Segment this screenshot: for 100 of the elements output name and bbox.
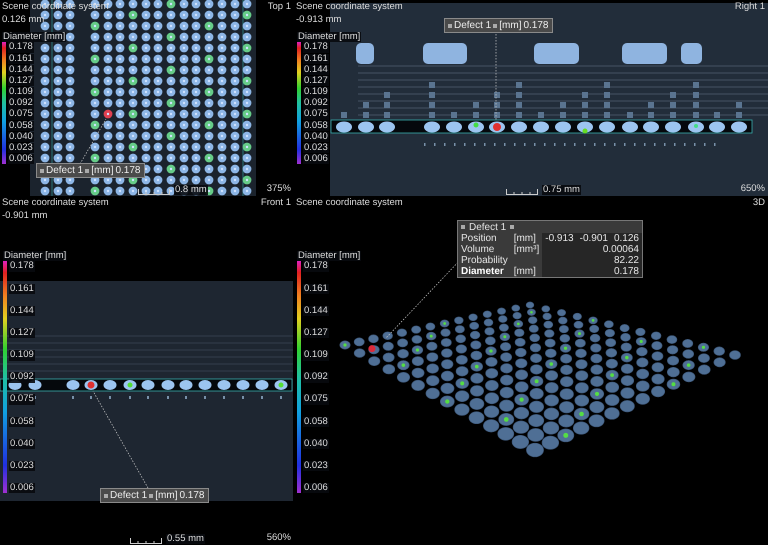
scale-tick-label: 0.023 — [303, 142, 329, 154]
scale-tick-label: 0.178 — [9, 261, 35, 272]
scale-tick-label: 0.092 — [9, 372, 35, 383]
defect-value: 0.178 — [115, 165, 140, 176]
defect-name: Defect 1 — [46, 165, 84, 176]
marker-icon — [461, 225, 465, 229]
property-value: 82.22 — [542, 254, 642, 266]
property-value: 0.178 — [542, 266, 642, 277]
scale-tick-label: 0.178 — [8, 42, 34, 53]
unit-label: [mm] — [499, 20, 522, 31]
scale-tick-label: 0.006 — [303, 154, 329, 164]
scale-tick-label: 0.127 — [303, 328, 329, 338]
marker-icon — [493, 24, 498, 28]
scale-tick-label: 0.040 — [9, 438, 35, 450]
scale-tick-label: 0.161 — [303, 54, 329, 64]
property-name: Diameter — [458, 266, 511, 277]
scale-tick-label: 0.040 — [303, 438, 329, 450]
property-value: 0.00064 — [542, 244, 642, 254]
view-name: Right 1 — [734, 2, 765, 12]
slice-offset: 0.126 mm — [2, 15, 44, 26]
scale-tick-label: 0.127 — [8, 76, 34, 86]
scale-tick-label: 0.144 — [8, 64, 34, 76]
scale-tick-label: 0.144 — [9, 306, 35, 316]
legend-title: Diameter [mm] — [2, 32, 66, 42]
legend-title: Diameter [mm] — [297, 251, 362, 262]
scale-tick-label: 0.058 — [303, 416, 329, 427]
scale-tick-label: 0.092 — [303, 98, 329, 109]
leader-line — [80, 118, 106, 164]
scale-tick-label: 0.127 — [303, 76, 329, 86]
scale-tick-label: 0.023 — [303, 460, 329, 472]
unit-label: [mm] — [91, 165, 114, 176]
scale-tick-label: 0.178 — [303, 42, 329, 53]
scale-tick-label: 0.075 — [8, 109, 34, 120]
scale-tick-label: 0.178 — [303, 261, 329, 272]
scale-tick-label: 0.006 — [9, 483, 35, 494]
property-value: -0.901 — [576, 232, 611, 244]
marker-icon — [448, 24, 452, 28]
scale-bar-label: 0.8 mm — [174, 184, 208, 195]
coordinate-system-label: Scene coordinate system — [2, 198, 109, 208]
property-name: Probability — [458, 254, 511, 266]
scale-bar-icon — [138, 189, 170, 195]
scale-bar-icon — [506, 189, 538, 195]
scale-tick-label: 0.058 — [9, 416, 35, 427]
unit-label: [mm] — [510, 232, 542, 244]
view-name: Front 1 — [260, 198, 291, 208]
property-name: Volume — [458, 244, 511, 254]
scale-bar-icon — [130, 538, 162, 544]
view-name: Top 1 — [268, 2, 291, 12]
scale-tick-label: 0.161 — [303, 284, 329, 294]
zoom-level: 650% — [740, 184, 765, 194]
legend-title: Diameter [mm] — [297, 32, 362, 42]
scale-tick-label: 0.109 — [8, 87, 34, 98]
scale-tick-label: 0.109 — [303, 350, 329, 360]
scale-bar-label: 0.55 mm — [166, 534, 205, 544]
defect-value: 0.178 — [179, 490, 204, 501]
scale-tick-label: 0.075 — [9, 394, 35, 405]
marker-icon — [40, 168, 44, 172]
marker-icon — [510, 225, 514, 229]
scale-tick-label: 0.040 — [8, 132, 34, 142]
unit-label: [mm] — [155, 490, 178, 501]
scale-tick-label: 0.092 — [303, 372, 329, 383]
property-name: Position — [458, 232, 511, 244]
scale-tick-label: 0.058 — [303, 120, 329, 131]
scale-tick-label: 0.161 — [9, 284, 35, 294]
marker-icon — [149, 494, 154, 498]
coordinate-system-label: Scene coordinate system — [296, 198, 403, 208]
property-value: 0.126 — [610, 232, 642, 244]
scale-tick-label: 0.144 — [303, 306, 329, 316]
scale-tick-label: 0.006 — [303, 483, 329, 494]
scale-tick-label: 0.161 — [8, 54, 34, 64]
scale-tick-label: 0.127 — [9, 328, 35, 338]
scale-bar-label: 0.75 mm — [542, 184, 581, 195]
legend-title: Diameter [mm] — [3, 251, 68, 262]
zoom-level: 375% — [266, 184, 291, 194]
defect-value: 0.178 — [523, 20, 548, 31]
scale-tick-label: 0.058 — [8, 120, 34, 131]
slice-offset: -0.913 mm — [296, 15, 342, 26]
scale-tick-label: 0.109 — [303, 87, 329, 98]
coordinate-system-label: Scene coordinate system — [2, 2, 109, 12]
scale-tick-label: 0.040 — [303, 132, 329, 142]
scale-tick-label: 0.006 — [8, 154, 34, 164]
defect-name: Defect 1 — [454, 20, 492, 31]
property-value: -0.913 — [542, 232, 577, 244]
scale-tick-label: 0.075 — [303, 394, 329, 405]
coordinate-system-label: Scene coordinate system — [296, 2, 403, 12]
view-name: 3D — [752, 198, 765, 208]
scale-tick-label: 0.023 — [9, 460, 35, 472]
scale-tick-label: 0.075 — [303, 109, 329, 120]
scale-tick-label: 0.109 — [9, 350, 35, 360]
slice-offset: -0.901 mm — [2, 211, 48, 222]
zoom-level: 560% — [266, 532, 291, 543]
scale-tick-label: 0.023 — [8, 142, 34, 154]
scale-tick-label: 0.092 — [8, 98, 34, 109]
scale-tick-label: 0.144 — [303, 64, 329, 76]
marker-icon — [85, 168, 90, 172]
unit-label: [mm³] — [510, 244, 542, 254]
defect-name: Defect 1 — [110, 490, 148, 501]
marker-icon — [104, 494, 108, 498]
defect-name: Defect 1 — [469, 222, 506, 232]
unit-label: [mm] — [510, 266, 542, 277]
